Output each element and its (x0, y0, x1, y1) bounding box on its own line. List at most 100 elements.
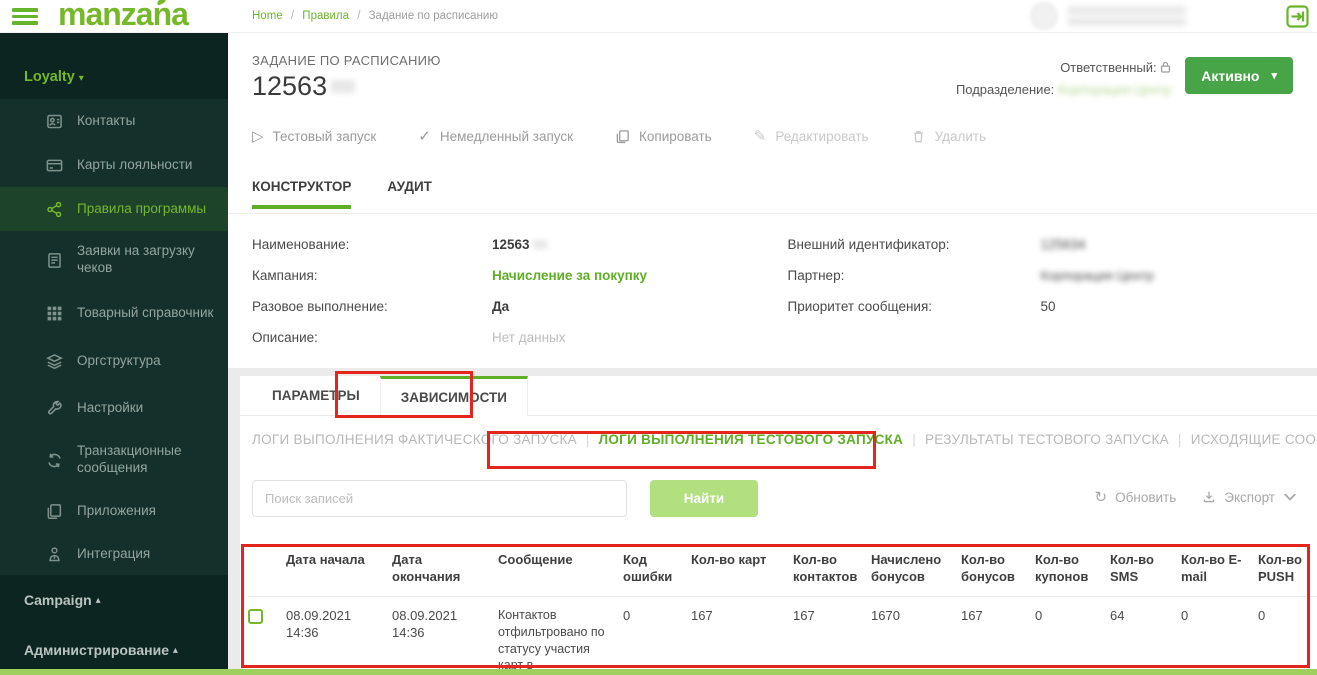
screenshot-bottom-border (0, 669, 1317, 675)
user-account-area[interactable] (1030, 2, 1186, 30)
field-name: Наименование: 12563 (252, 229, 758, 260)
row-select-cell (248, 595, 286, 675)
sidebar-group-campaign[interactable]: Campaign ▴ (0, 575, 228, 625)
page-kicker: ЗАДАНИЕ ПО РАСПИСАНИЮ (252, 53, 441, 68)
column-header[interactable]: Кол-во бонусов (961, 546, 1035, 596)
row-checkbox[interactable] (248, 608, 263, 624)
details-left-column: Наименование: 12563 Кампания: Начисление… (252, 229, 758, 353)
test-run-label: Тестовый запуск (272, 129, 377, 144)
column-header[interactable]: Дата начала (286, 546, 392, 596)
tab-dependencies[interactable]: ЗАВИСИМОСТИ (379, 376, 528, 416)
export-button[interactable]: Экспорт (1202, 490, 1297, 505)
header-right-block: Ответственный: Подразделение: Корпорация… (956, 57, 1293, 101)
responsible-label: Ответственный: (1060, 60, 1157, 75)
sidebar-item-product-catalog[interactable]: Товарный справочник (0, 289, 228, 337)
subtab-test-run-logs[interactable]: ЛОГИ ВЫПОЛНЕНИЯ ТЕСТОВОГО ЗАПУСКА (599, 432, 904, 447)
column-header[interactable]: Кол-во контактов (793, 546, 871, 596)
immediate-run-button[interactable]: ✓ Немедленный запуск (418, 129, 573, 144)
sidebar-item-transactional-messages[interactable]: Транзакционные сообщения (0, 431, 228, 489)
tab-constructor[interactable]: КОНСТРУКТОР (252, 179, 352, 209)
subtab-test-run-results[interactable]: РЕЗУЛЬТАТЫ ТЕСТОВОГО ЗАПУСКА (925, 432, 1169, 447)
column-header[interactable]: Кол-во PUSH (1258, 546, 1317, 596)
page-title-text: 12563 (252, 71, 328, 101)
sidebar-item-label: Транзакционные сообщения (77, 443, 182, 475)
cell-message: Контактов отфильтровано по статусу участ… (498, 595, 623, 675)
sidebar-item-label: Настройки (77, 399, 144, 415)
tab-audit[interactable]: АУДИТ (387, 179, 432, 209)
field-description: Описание: Нет данных (252, 322, 758, 353)
sidebar-item-contacts[interactable]: Контакты (0, 99, 228, 143)
refresh-button[interactable]: ↻ Обновить (1095, 488, 1177, 506)
brand-logo[interactable]: manzana (58, 0, 189, 33)
tab-divider (228, 213, 1317, 214)
subtab-actual-run-logs[interactable]: ЛОГИ ВЫПОЛНЕНИЯ ФАКТИЧЕСКОГО ЗАПУСКА (252, 432, 577, 447)
panel-tabs: ПАРАМЕТРЫ ЗАВИСИМОСТИ (240, 376, 1317, 416)
status-button[interactable]: Активно ▾ (1185, 57, 1293, 94)
sidebar-group-administration[interactable]: Администрирование ▴ (0, 625, 228, 675)
lock-icon (1160, 61, 1171, 74)
sidebar-item-receipt-requests[interactable]: Заявки на загрузку чеков (0, 231, 228, 289)
immediate-run-label: Немедленный запуск (439, 129, 574, 144)
sidebar-item-settings[interactable]: Настройки (0, 385, 228, 431)
breadcrumb: Home / Правила / Задание по расписанию (252, 10, 498, 22)
find-button[interactable]: Найти (650, 480, 758, 517)
column-header[interactable]: Кол-во E-mail (1181, 546, 1258, 596)
sidebar-item-label: Заявки на загрузку чеков (77, 243, 195, 275)
table-row[interactable]: 08.09.2021 14:36 08.09.2021 14:36 Контак… (248, 595, 1317, 675)
field-campaign: Кампания: Начисление за покупку (252, 260, 758, 291)
detail-tabs: КОНСТРУКТОР АУДИТ (252, 179, 432, 209)
search-input[interactable] (252, 480, 627, 517)
tab-parameters[interactable]: ПАРАМЕТРЫ (252, 376, 380, 415)
chevron-down-icon (1283, 490, 1297, 504)
refresh-label: Обновить (1115, 489, 1177, 505)
sidebar-item-program-rules[interactable]: Правила программы (0, 187, 228, 231)
division-row: Подразделение: Корпорация Центр (956, 79, 1171, 101)
hamburger-menu-icon[interactable] (12, 8, 38, 26)
cell-end-date: 08.09.2021 14:36 (392, 595, 498, 675)
sidebar-item-label: Приложения (77, 502, 156, 518)
brand-logo-text: manzana (58, 0, 189, 32)
user-name-redacted (1068, 3, 1186, 29)
play-icon: ▷ (252, 128, 264, 145)
breadcrumb-home[interactable]: Home (252, 10, 283, 22)
sync-icon (46, 452, 63, 469)
copy-label: Копировать (639, 129, 712, 144)
integration-icon (46, 546, 63, 563)
column-header[interactable]: Код ошибки (623, 546, 691, 596)
header-meta: Ответственный: Подразделение: Корпорация… (956, 57, 1171, 101)
sidebar-item-label: Контакты (77, 112, 136, 128)
sidebar-item-loyalty-cards[interactable]: Карты лояльности (0, 143, 228, 187)
field-value: Нет данных (492, 330, 566, 345)
subtab-outgoing-messages[interactable]: ИСХОДЯЩИЕ СООБЩЕНИЯ (1191, 432, 1317, 447)
page-title: 12563 (252, 71, 356, 102)
sidebar-item-integration[interactable]: Интеграция (0, 533, 228, 575)
column-header[interactable]: Кол-во SMS (1110, 546, 1181, 596)
delete-button[interactable]: Удалить (911, 129, 986, 144)
test-run-button[interactable]: ▷ Тестовый запуск (252, 129, 376, 144)
cell-contacts-count: 167 (793, 595, 871, 675)
cell-accrued-bonuses: 1670 (871, 595, 961, 675)
logout-icon[interactable] (1286, 5, 1309, 28)
sidebar-item-applications[interactable]: Приложения (0, 489, 228, 533)
column-header[interactable]: Сообщение (498, 546, 623, 596)
field-value-link[interactable]: Начисление за покупку (492, 268, 647, 283)
receipt-icon (46, 252, 63, 269)
field-partner: Партнер: Корпорация Центр (788, 260, 1294, 291)
sidebar-item-label: Интеграция (77, 545, 151, 561)
cell-push-count: 0 (1258, 595, 1317, 675)
sidebar-group-loyalty[interactable]: Loyalty ▾ (0, 33, 228, 99)
cell-bonuses-count: 167 (961, 595, 1035, 675)
column-header[interactable]: Кол-во купонов (1035, 546, 1110, 596)
division-value-redacted: Корпорация Центр (1057, 82, 1172, 97)
copy-button[interactable]: Копировать (615, 129, 712, 144)
column-header[interactable]: Начислено бонусов (871, 546, 961, 596)
cell-start-date: 08.09.2021 14:36 (286, 595, 392, 675)
sidebar-item-org-structure[interactable]: Оргструктура (0, 337, 228, 385)
grid-icon (46, 305, 63, 322)
column-header[interactable]: Дата окончания (392, 546, 498, 596)
sidebar-item-label: Карты лояльности (77, 156, 193, 172)
download-icon (1202, 490, 1216, 504)
column-header[interactable]: Кол-во карт (691, 546, 793, 596)
edit-button[interactable]: ✎ Редактировать (754, 129, 869, 144)
breadcrumb-rules[interactable]: Правила (302, 10, 349, 22)
